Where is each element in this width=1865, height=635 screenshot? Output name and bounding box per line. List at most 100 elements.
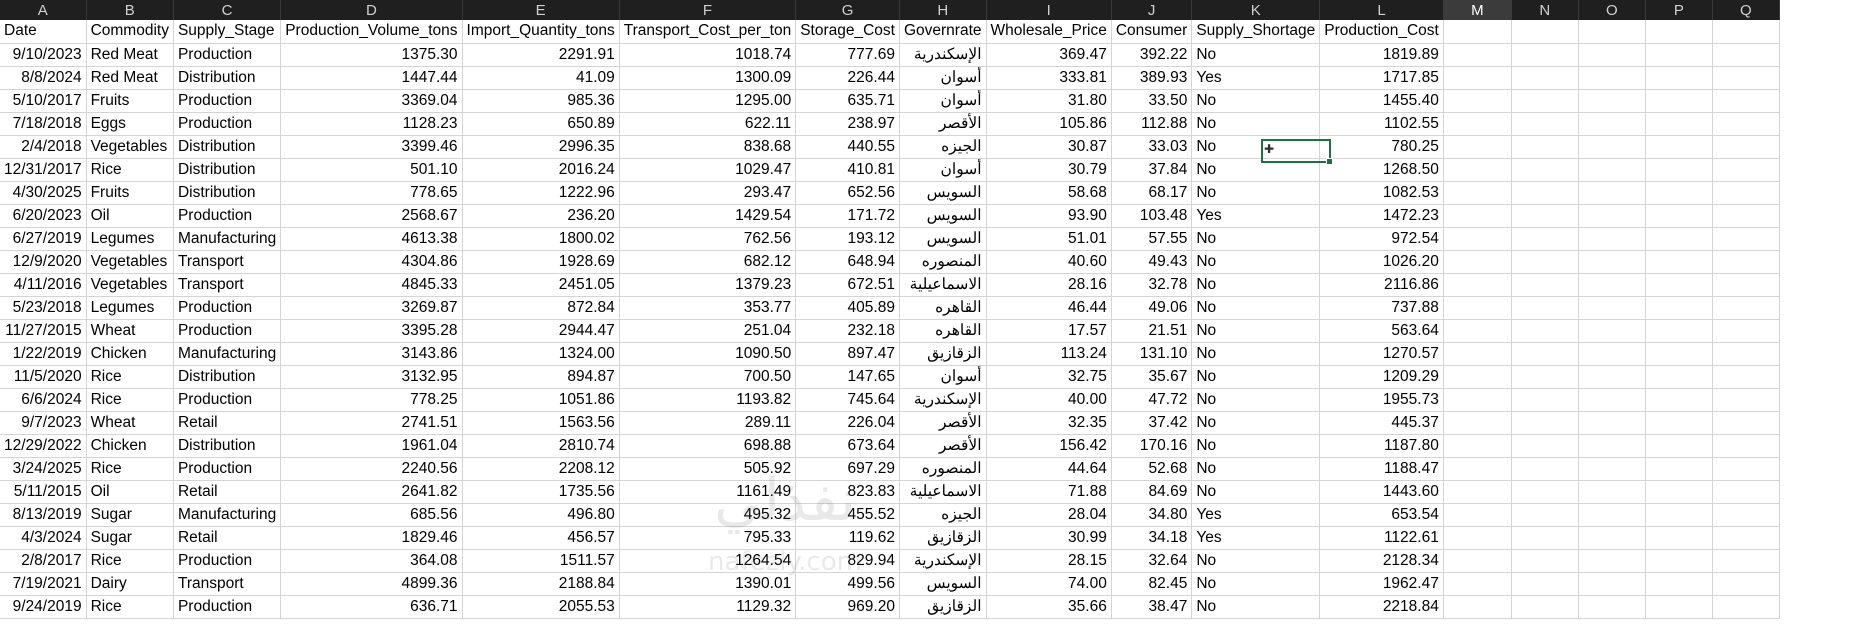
empty-cell[interactable]: [1443, 503, 1512, 527]
data-cell[interactable]: 30.79: [986, 158, 1112, 182]
data-cell[interactable]: 969.20: [795, 595, 900, 619]
data-cell[interactable]: 251.04: [619, 319, 797, 343]
data-cell[interactable]: Retail: [173, 411, 282, 435]
data-cell[interactable]: 32.64: [1111, 549, 1193, 573]
data-cell[interactable]: 37.84: [1111, 158, 1193, 182]
data-cell[interactable]: 1735.56: [462, 480, 620, 504]
data-cell[interactable]: الزقازيق: [899, 526, 987, 550]
data-cell[interactable]: Manufacturing: [173, 503, 282, 527]
data-cell[interactable]: الإسكندرية: [899, 43, 987, 67]
data-cell[interactable]: الأقصر: [899, 411, 987, 435]
data-cell[interactable]: 12/29/2022: [0, 434, 87, 458]
data-cell[interactable]: Red Meat: [86, 66, 174, 90]
data-cell[interactable]: 1928.69: [462, 250, 620, 274]
data-cell[interactable]: 2240.56: [280, 457, 463, 481]
data-cell[interactable]: 780.25: [1319, 135, 1444, 159]
empty-cell[interactable]: [1443, 112, 1512, 136]
empty-cell[interactable]: [1511, 20, 1579, 44]
data-cell[interactable]: 4845.33: [280, 273, 463, 297]
data-cell[interactable]: 37.42: [1111, 411, 1193, 435]
empty-cell[interactable]: [1443, 89, 1512, 113]
data-cell[interactable]: 778.65: [280, 181, 463, 205]
data-cell[interactable]: 838.68: [619, 135, 797, 159]
data-cell[interactable]: 563.64: [1319, 319, 1444, 343]
data-cell[interactable]: Retail: [173, 480, 282, 504]
data-cell[interactable]: 52.68: [1111, 457, 1193, 481]
data-cell[interactable]: 6/27/2019: [0, 227, 87, 251]
data-cell[interactable]: 829.94: [795, 549, 900, 573]
empty-cell[interactable]: [1578, 135, 1646, 159]
data-cell[interactable]: No: [1191, 434, 1321, 458]
data-cell[interactable]: Distribution: [173, 158, 282, 182]
data-cell[interactable]: 2451.05: [462, 273, 620, 297]
empty-cell[interactable]: [1443, 388, 1512, 412]
data-cell[interactable]: 1209.29: [1319, 365, 1444, 389]
data-cell[interactable]: 21.51: [1111, 319, 1193, 343]
empty-cell[interactable]: [1712, 181, 1780, 205]
empty-cell[interactable]: [1645, 319, 1713, 343]
empty-cell[interactable]: [1443, 204, 1512, 228]
data-cell[interactable]: Legumes: [86, 227, 174, 251]
empty-cell[interactable]: [1511, 526, 1579, 550]
empty-cell[interactable]: [1443, 549, 1512, 573]
empty-cell[interactable]: [1443, 158, 1512, 182]
column-header-b[interactable]: B: [86, 0, 174, 20]
data-cell[interactable]: 33.50: [1111, 89, 1193, 113]
data-cell[interactable]: 1193.82: [619, 388, 797, 412]
empty-cell[interactable]: [1712, 388, 1780, 412]
data-cell[interactable]: 28.15: [986, 549, 1112, 573]
data-cell[interactable]: Sugar: [86, 503, 174, 527]
data-cell[interactable]: 40.60: [986, 250, 1112, 274]
empty-cell[interactable]: [1578, 89, 1646, 113]
empty-cell[interactable]: [1645, 365, 1713, 389]
data-cell[interactable]: No: [1191, 480, 1321, 504]
empty-cell[interactable]: [1511, 595, 1579, 619]
data-cell[interactable]: أسوان: [899, 365, 987, 389]
empty-cell[interactable]: [1645, 250, 1713, 274]
empty-cell[interactable]: [1511, 158, 1579, 182]
column-header-a[interactable]: A: [0, 0, 87, 20]
data-cell[interactable]: 9/24/2019: [0, 595, 87, 619]
empty-cell[interactable]: [1645, 388, 1713, 412]
data-cell[interactable]: 35.66: [986, 595, 1112, 619]
data-cell[interactable]: 685.56: [280, 503, 463, 527]
data-cell[interactable]: أسوان: [899, 66, 987, 90]
empty-cell[interactable]: [1578, 457, 1646, 481]
empty-cell[interactable]: [1712, 434, 1780, 458]
data-cell[interactable]: 11/5/2020: [0, 365, 87, 389]
data-cell[interactable]: 32.35: [986, 411, 1112, 435]
empty-cell[interactable]: [1511, 434, 1579, 458]
data-cell[interactable]: 650.89: [462, 112, 620, 136]
empty-cell[interactable]: [1712, 457, 1780, 481]
data-cell[interactable]: Oil: [86, 480, 174, 504]
data-cell[interactable]: Manufacturing: [173, 342, 282, 366]
data-cell[interactable]: 1324.00: [462, 342, 620, 366]
empty-cell[interactable]: [1511, 66, 1579, 90]
data-cell[interactable]: 1161.49: [619, 480, 797, 504]
empty-cell[interactable]: [1645, 158, 1713, 182]
data-cell[interactable]: Production: [173, 388, 282, 412]
data-cell[interactable]: 1090.50: [619, 342, 797, 366]
header-cell[interactable]: Supply_Stage: [173, 20, 282, 44]
empty-cell[interactable]: [1511, 296, 1579, 320]
data-cell[interactable]: Retail: [173, 526, 282, 550]
header-cell[interactable]: Transport_Cost_per_ton: [619, 20, 797, 44]
empty-cell[interactable]: [1443, 319, 1512, 343]
empty-cell[interactable]: [1511, 250, 1579, 274]
empty-cell[interactable]: [1712, 250, 1780, 274]
data-cell[interactable]: 113.24: [986, 342, 1112, 366]
data-cell[interactable]: 1955.73: [1319, 388, 1444, 412]
empty-cell[interactable]: [1645, 549, 1713, 573]
data-cell[interactable]: 226.04: [795, 411, 900, 435]
data-cell[interactable]: Rice: [86, 457, 174, 481]
data-cell[interactable]: 51.01: [986, 227, 1112, 251]
empty-cell[interactable]: [1511, 112, 1579, 136]
data-cell[interactable]: Chicken: [86, 434, 174, 458]
empty-cell[interactable]: [1645, 43, 1713, 67]
data-cell[interactable]: 697.29: [795, 457, 900, 481]
data-cell[interactable]: 698.88: [619, 434, 797, 458]
data-cell[interactable]: 823.83: [795, 480, 900, 504]
empty-cell[interactable]: [1443, 595, 1512, 619]
data-cell[interactable]: 501.10: [280, 158, 463, 182]
empty-cell[interactable]: [1578, 549, 1646, 573]
